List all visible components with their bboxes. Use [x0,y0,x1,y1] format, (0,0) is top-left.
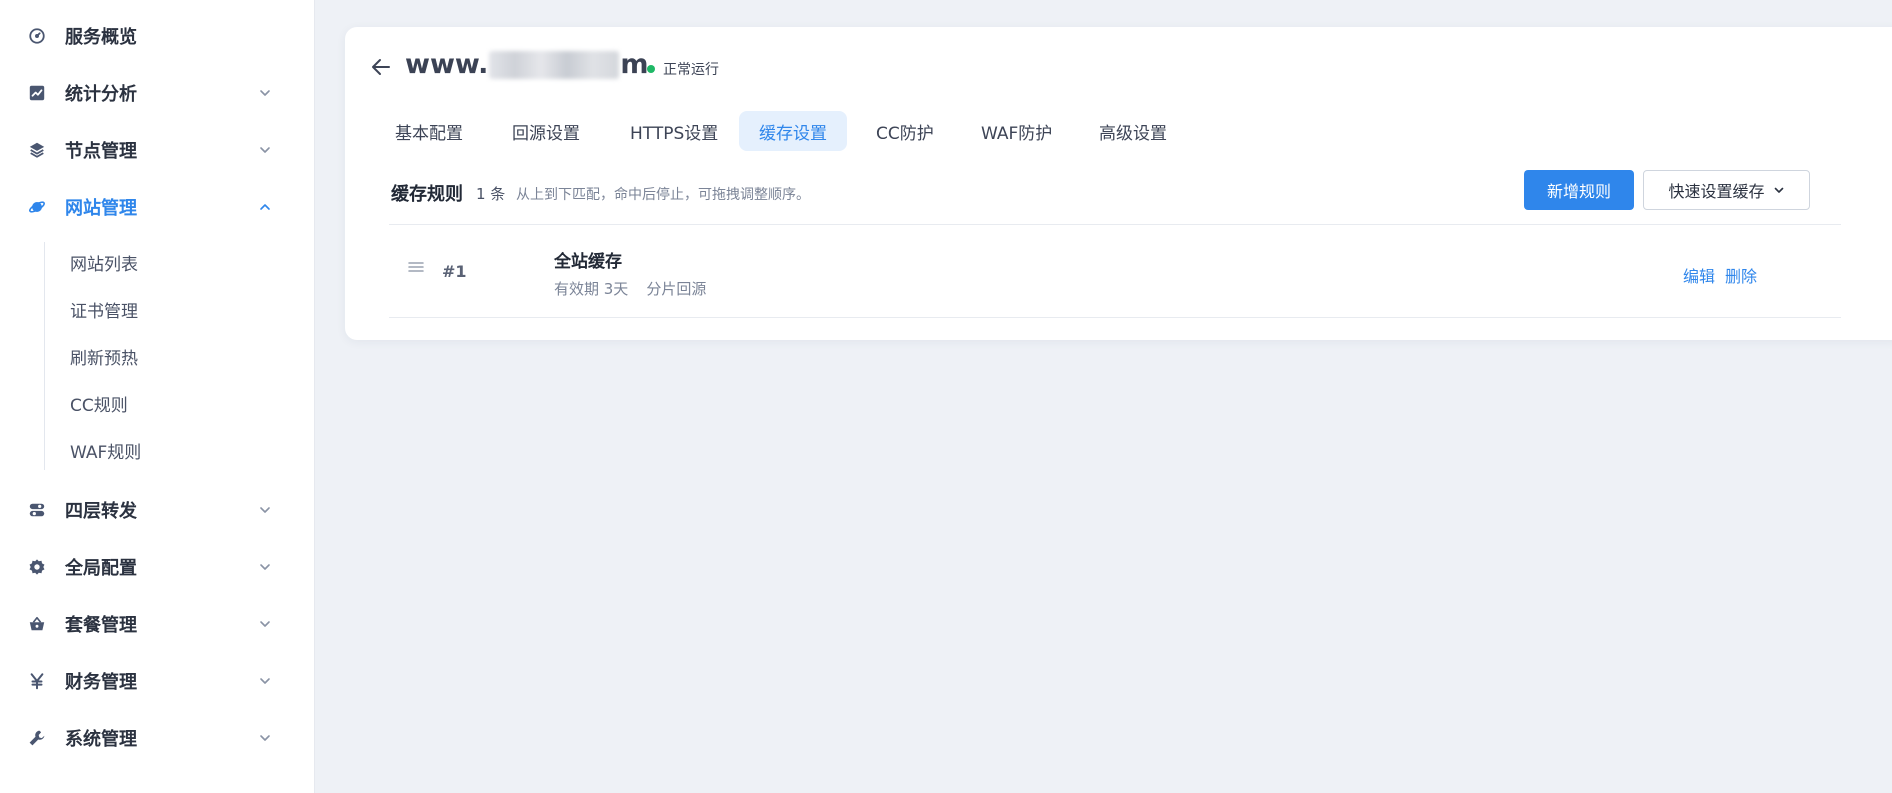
chevron-down-icon [258,617,272,631]
sidebar-item-label: 系统管理 [65,729,137,750]
tab-https-settings[interactable]: HTTPS设置 [610,111,738,151]
submenu-item-purge-preload[interactable]: 刷新预热 [70,344,138,369]
chevron-down-icon [258,560,272,574]
redacted-domain-blur [489,50,620,79]
wrench-icon [27,728,47,748]
quick-cache-label: 快速设置缓存 [1668,182,1765,201]
rule-name: 全站缓存 [554,252,622,272]
delete-rule-link[interactable]: 删除 [1725,263,1757,287]
submenu-item-site-list[interactable]: 网站列表 [70,250,138,275]
tab-cc-protection[interactable]: CC防护 [856,111,954,151]
planet-icon [27,197,47,217]
status-text: 正常运行 [663,62,719,78]
drag-handle-icon[interactable] [407,260,425,274]
edit-rule-link[interactable]: 编辑 [1683,263,1715,287]
site-domain-title: www. m [405,49,649,80]
sidebar-item-nodes[interactable]: 节点管理 [0,130,315,170]
section-title: 缓存规则 [391,184,463,205]
chevron-down-icon [258,731,272,745]
tab-cache-settings[interactable]: 缓存设置 [739,111,847,151]
tab-origin-settings[interactable]: 回源设置 [492,111,600,151]
quick-cache-dropdown-button[interactable]: 快速设置缓存 [1643,170,1810,210]
sidebar-item-label: 服务概览 [65,27,137,48]
back-arrow-icon[interactable] [367,53,395,81]
cache-rule-row: #1 全站缓存 有效期 3天 分片回源 编辑 删除 [389,225,1841,317]
website-submenu: 网站列表 证书管理 刷新预热 CC规则 WAF规则 [44,242,294,470]
gear-icon [27,557,47,577]
rule-meta: 有效期 3天 分片回源 [554,278,706,299]
domain-prefix: www. [405,49,489,80]
sidebar-item-global-config[interactable]: 全局配置 [0,547,315,587]
chevron-down-icon [1774,187,1783,193]
sidebar-item-label: 套餐管理 [65,615,137,636]
submenu-item-certificates[interactable]: 证书管理 [70,297,138,322]
divider [389,317,1841,318]
sidebar: 服务概览 统计分析 节点管理 网站管理 网站列表 证书管理 刷新预热 CC规则 [0,0,315,793]
layers-icon [27,140,47,160]
site-detail-card: www. m 正常运行 基本配置 回源设置 HTTPS设置 缓存设置 CC防护 … [345,27,1892,340]
sidebar-item-label: 节点管理 [65,141,137,162]
status-dot-icon [647,65,655,73]
sidebar-item-websites[interactable]: 网站管理 [0,187,315,227]
chevron-down-icon [258,86,272,100]
sidebar-item-system[interactable]: 系统管理 [0,718,315,758]
rule-index: #1 [442,262,467,281]
rule-count: 1 条 [476,185,506,203]
chart-line-icon [27,83,47,103]
submenu-item-waf-rules[interactable]: WAF规则 [70,438,141,463]
chevron-down-icon [258,143,272,157]
sidebar-item-label: 四层转发 [65,501,137,522]
tab-waf-protection[interactable]: WAF防护 [961,111,1072,151]
add-rule-button[interactable]: 新增规则 [1524,170,1634,210]
tab-advanced[interactable]: 高级设置 [1079,111,1187,151]
sidebar-item-l4-forwarding[interactable]: 四层转发 [0,490,315,530]
sidebar-item-statistics[interactable]: 统计分析 [0,73,315,113]
rule-ttl: 有效期 3天 [554,280,629,298]
sidebar-item-label: 网站管理 [65,198,137,219]
chevron-up-icon [258,200,272,214]
site-status-badge: 正常运行 [647,59,719,79]
rule-mode: 分片回源 [646,280,707,298]
rule-actions: 编辑 删除 [1683,263,1757,287]
section-description: 从上到下匹配，命中后停止，可拖拽调整顺序。 [516,187,810,203]
sidebar-item-plans[interactable]: 套餐管理 [0,604,315,644]
toggle-icon [27,500,47,520]
sidebar-item-label: 统计分析 [65,84,137,105]
chevron-down-icon [258,503,272,517]
basket-icon [27,614,47,634]
sidebar-item-label: 全局配置 [65,558,137,579]
domain-suffix: m [620,49,649,80]
sidebar-item-overview[interactable]: 服务概览 [0,16,315,56]
sidebar-item-finance[interactable]: 财务管理 [0,661,315,701]
sidebar-item-label: 财务管理 [65,672,137,693]
chevron-down-icon [258,674,272,688]
yen-icon [27,671,47,691]
dashboard-gauge-icon [27,26,47,46]
tab-basic-config[interactable]: 基本配置 [375,111,483,151]
submenu-item-cc-rules[interactable]: CC规则 [70,391,128,416]
